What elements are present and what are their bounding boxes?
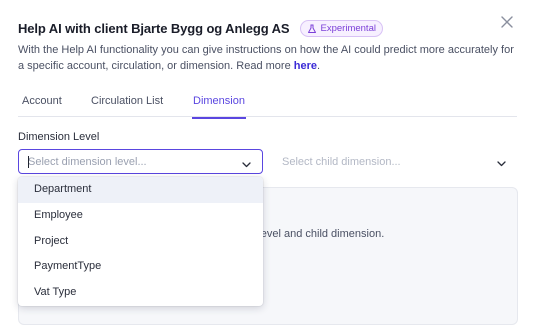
- chevron-down-icon: [241, 157, 252, 175]
- dimension-level-dropdown: Department Employee Project PaymentType …: [18, 177, 263, 306]
- dialog-header: Help AI with client Bjarte Bygg og Anleg…: [18, 20, 383, 37]
- dimension-level-label: Dimension Level: [18, 131, 100, 143]
- badge-label: Experimental: [320, 23, 376, 34]
- text-cursor: [28, 156, 29, 168]
- option-paymenttype[interactable]: PaymentType: [18, 254, 263, 280]
- tab-circulation-list[interactable]: Circulation List: [91, 95, 163, 118]
- chevron-down-icon: [496, 156, 507, 174]
- dialog-description: With the Help AI functionality you can g…: [18, 42, 518, 74]
- close-button[interactable]: [499, 14, 515, 30]
- child-dimension-placeholder: Select child dimension...: [282, 155, 401, 168]
- option-department[interactable]: Department: [18, 177, 263, 203]
- tab-bar: Account Circulation List Dimension: [18, 94, 517, 119]
- description-end: .: [317, 60, 321, 72]
- dialog-title: Help AI with client Bjarte Bygg og Anleg…: [18, 21, 290, 36]
- dimension-level-select[interactable]: Select dimension level...: [18, 149, 263, 174]
- panel-hint-text: on level and child dimension.: [243, 228, 385, 240]
- child-dimension-select[interactable]: Select child dimension...: [272, 149, 517, 174]
- option-employee[interactable]: Employee: [18, 203, 263, 229]
- read-more-link[interactable]: here: [294, 60, 317, 72]
- tab-account[interactable]: Account: [22, 95, 62, 118]
- close-icon: [499, 16, 515, 34]
- option-project[interactable]: Project: [18, 229, 263, 255]
- option-vat-type[interactable]: Vat Type: [18, 280, 263, 306]
- flask-icon: [307, 24, 317, 34]
- dimension-level-placeholder: Select dimension level...: [28, 155, 147, 168]
- description-text: With the Help AI functionality you can g…: [18, 44, 514, 72]
- experimental-badge: Experimental: [299, 20, 383, 37]
- tab-dimension[interactable]: Dimension: [192, 95, 246, 119]
- help-ai-dialog: Help AI with client Bjarte Bygg og Anleg…: [0, 0, 537, 325]
